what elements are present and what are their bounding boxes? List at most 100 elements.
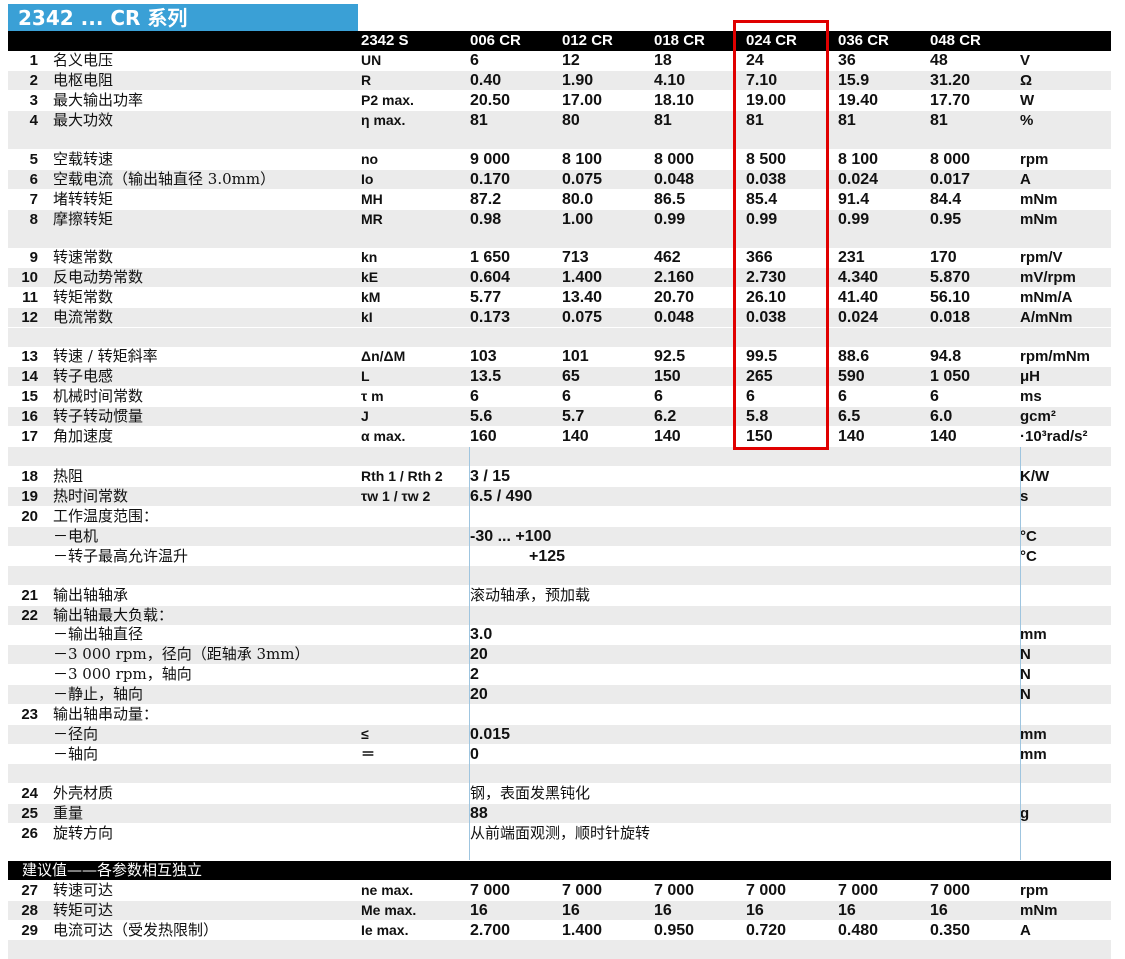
- row-value: 160: [470, 428, 497, 445]
- row-label: 机械时间常数: [53, 387, 144, 405]
- row-number: 16: [21, 408, 38, 425]
- row-number: 28: [21, 902, 38, 919]
- row-label: 摩擦转矩: [53, 210, 114, 228]
- row-number: 1: [29, 52, 38, 69]
- row-value: 0.024: [838, 171, 879, 188]
- row-value: 0.95: [930, 211, 962, 228]
- row-unit: Ω: [1020, 72, 1033, 89]
- row-value: 钢，表面发黑钝化: [470, 784, 591, 802]
- row-label: 转子电感: [53, 367, 114, 385]
- row-symbol: Io: [361, 171, 374, 187]
- row-value: 0.015: [470, 726, 511, 743]
- row-number: 24: [21, 785, 38, 802]
- row-value: 94.8: [930, 348, 962, 365]
- row-value: 2.700: [470, 922, 511, 939]
- row-value: 7 000: [654, 882, 695, 899]
- row-value: 590: [838, 368, 865, 385]
- row-number: 4: [29, 112, 38, 129]
- row-value: 20: [470, 686, 488, 703]
- row-value: 462: [654, 249, 681, 266]
- row-label: 空载电流（输出轴直径 3.0mm）: [53, 170, 276, 188]
- row-unit: °C: [1020, 528, 1037, 545]
- row-value: 1 650: [470, 249, 511, 266]
- row-value: +125: [529, 548, 566, 565]
- row-number: 10: [21, 269, 38, 286]
- row-unit: mNm: [1020, 191, 1058, 208]
- row-spacer: [8, 566, 1111, 585]
- row-value: 滚动轴承，预加载: [470, 586, 591, 604]
- row-value: 6: [654, 388, 663, 405]
- row-symbol: η max.: [361, 112, 406, 128]
- row-value: 5.870: [930, 269, 971, 286]
- row-value: 2.160: [654, 269, 695, 286]
- row-value: 0.350: [930, 922, 971, 939]
- row-value: 101: [562, 348, 589, 365]
- row-unit: μH: [1020, 368, 1041, 385]
- row-value: 16: [746, 902, 764, 919]
- page-title: 2342 ... CR 系列: [8, 4, 358, 32]
- row-value: 7 000: [562, 882, 603, 899]
- table-row: －径向 ≤ mm 0.015: [8, 725, 1111, 744]
- row-value: 16: [930, 902, 948, 919]
- row-value: 0.018: [930, 309, 971, 326]
- row-number: 19: [21, 488, 38, 505]
- table-row: 17 角加速度 α max. ·10³rad/s² 160 140 140 150 140 140: [8, 427, 1111, 446]
- row-value: 13.5: [470, 368, 502, 385]
- row-label: 堵转转矩: [53, 190, 114, 208]
- row-value: 1.00: [562, 211, 594, 228]
- row-label: 工作温度范围：: [53, 507, 159, 525]
- row-spacer: [8, 764, 1111, 783]
- row-value: 103: [470, 348, 497, 365]
- row-value: 5.6: [470, 408, 493, 425]
- row-value: 36: [838, 52, 856, 69]
- table-row: －电机 °C -30 ... +100: [8, 527, 1111, 546]
- row-value: 88.6: [838, 348, 870, 365]
- row-spacer: [8, 328, 1111, 347]
- row-value: 56.10: [930, 289, 971, 306]
- row-value: 87.2: [470, 191, 502, 208]
- row-label: －静止，轴向: [53, 685, 144, 703]
- row-label: 角加速度: [53, 427, 114, 445]
- row-value: 713: [562, 249, 589, 266]
- row-label: 转速常数: [53, 248, 114, 266]
- row-value: 92.5: [654, 348, 686, 365]
- row-number: 7: [29, 191, 38, 208]
- row-symbol: Δn/ΔM: [361, 348, 406, 364]
- row-symbol: MH: [361, 191, 383, 207]
- row-unit: A: [1020, 171, 1031, 188]
- row-value: 4.10: [654, 72, 686, 89]
- row-unit: ms: [1020, 388, 1042, 405]
- table-row: 12 电流常数 kI A/mNm 0.173 0.075 0.048 0.038 0.024 0.…: [8, 308, 1111, 327]
- row-label: 转速 / 转矩斜率: [53, 347, 158, 365]
- row-value: 0.173: [470, 309, 511, 326]
- row-label: 电流常数: [53, 308, 114, 326]
- row-value: 91.4: [838, 191, 870, 208]
- row-symbol: Ie max.: [361, 922, 409, 938]
- row-number: 27: [21, 882, 38, 899]
- column-header: 006 CR: [470, 32, 521, 49]
- row-number: 15: [21, 388, 38, 405]
- row-label: 重量: [53, 804, 84, 822]
- row-number: 20: [21, 508, 38, 525]
- row-value: 3.0: [470, 626, 493, 643]
- table-row: 9 转速常数 kn rpm/V 1 650 713 462 366 231 170: [8, 248, 1111, 267]
- row-value: 6.5 / 490: [470, 488, 533, 505]
- row-symbol: P2 max.: [361, 92, 414, 108]
- row-value: 0.40: [470, 72, 502, 89]
- row-symbol: Me max.: [361, 902, 417, 918]
- table-row: 11 转矩常数 kM mNm/A 5.77 13.40 20.70 26.10 41.40 56.…: [8, 288, 1111, 307]
- row-unit: N: [1020, 646, 1031, 663]
- row-unit: K/W: [1020, 468, 1050, 485]
- row-number: 11: [22, 289, 38, 306]
- row-symbol: R: [361, 72, 372, 88]
- row-label: －输出轴直径: [53, 625, 144, 643]
- row-spacer: [8, 229, 1111, 248]
- table-row: 28 转矩可达 Me max. mNm 16 16 16 16 16 16: [8, 901, 1111, 920]
- row-label: 转子转动惯量: [53, 407, 144, 425]
- row-number: 8: [29, 211, 38, 228]
- row-value: 8 100: [562, 151, 603, 168]
- table-row: 19 热时间常数 τw 1 / τw 2 s 6.5 / 490: [8, 487, 1111, 506]
- row-unit: V: [1020, 52, 1031, 69]
- row-value: 6: [470, 52, 479, 69]
- row-number: 18: [21, 468, 38, 485]
